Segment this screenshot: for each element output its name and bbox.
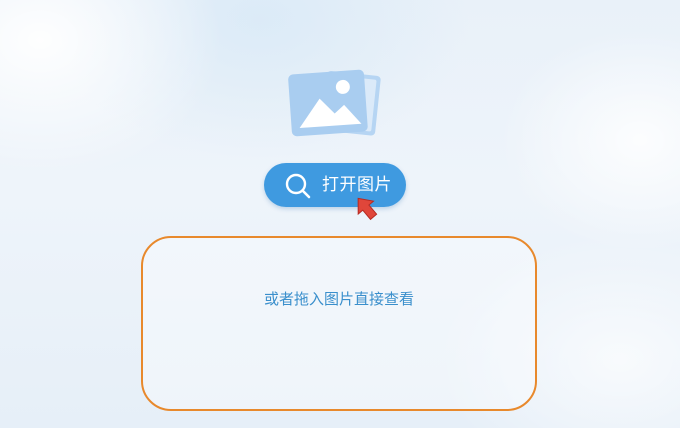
drop-zone[interactable]: 或者拖入图片直接查看 (141, 236, 537, 411)
search-icon (285, 173, 311, 199)
photo-stack-icon (288, 69, 381, 137)
open-image-button[interactable]: 打开图片 (264, 163, 406, 207)
image-viewer-start: 打开图片 或者拖入图片直接查看 (0, 0, 680, 428)
cursor-arrow-icon (357, 197, 378, 221)
drop-zone-hint: 或者拖入图片直接查看 (263, 290, 414, 308)
